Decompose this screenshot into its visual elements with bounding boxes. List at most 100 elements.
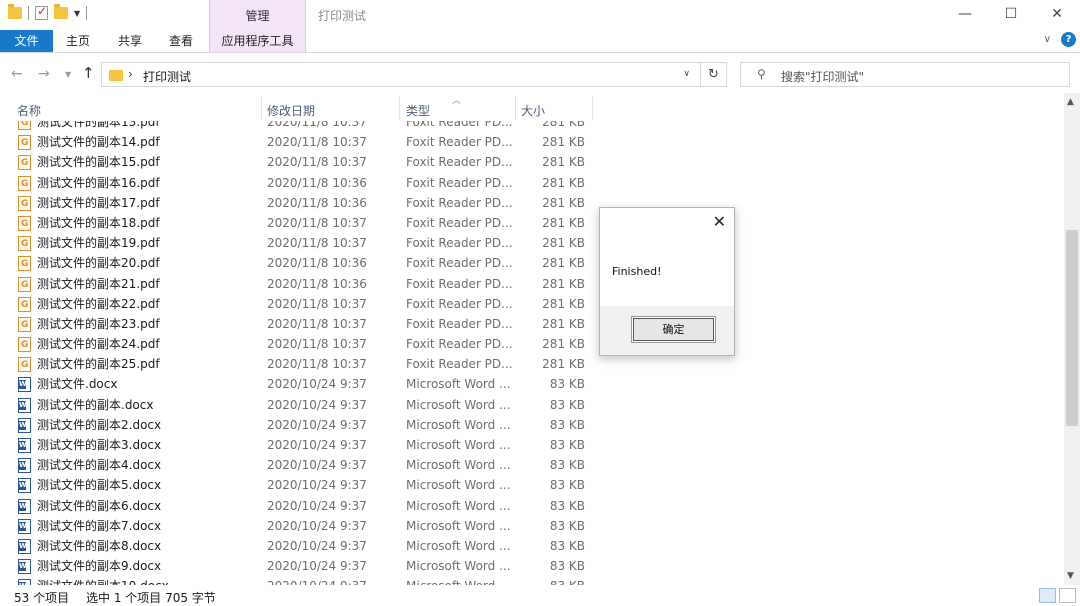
file-type: Microsoft Word ... xyxy=(406,518,511,533)
file-row[interactable]: 测试文件的副本17.pdf 2020/11/8 10:36 Foxit Reader… xyxy=(0,193,1064,214)
file-row[interactable]: 测试文件的副本9.docx 2020/10/24 9:37 Microsoft Wo… xyxy=(0,556,1064,576)
search-input[interactable]: ⚲ 搜索"打印测试" xyxy=(740,62,1070,87)
customize-toolbar-icon[interactable]: ▼ xyxy=(74,9,80,18)
file-row[interactable]: 测试文件的副本4.docx 2020/10/24 9:37 Microsoft Wo… xyxy=(0,455,1064,475)
file-name: 测试文件的副本.docx xyxy=(37,397,154,412)
recent-locations-icon[interactable]: ▼ xyxy=(65,70,71,79)
file-rows: 测试文件的副本13.pdf2020/11/8 10:37Foxit Reader… xyxy=(0,112,1064,585)
file-row[interactable]: 测试文件的副本25.pdf 2020/11/8 10:37 Foxit Reader… xyxy=(0,354,1064,375)
tab-home[interactable]: 主页 xyxy=(56,30,100,52)
file-row[interactable]: 测试文件的副本19.pdf 2020/11/8 10:37 Foxit Reader… xyxy=(0,233,1064,254)
pdf-file-icon xyxy=(18,174,31,194)
file-date: 2020/10/24 9:37 xyxy=(267,559,367,574)
file-row[interactable]: 测试文件的副本21.pdf 2020/11/8 10:36 Foxit Reader… xyxy=(0,274,1064,295)
quick-access-toolbar: ▼ xyxy=(8,4,88,20)
scroll-down-icon[interactable]: ▼ xyxy=(1067,571,1074,581)
file-name: 测试文件的副本10.docx xyxy=(37,576,169,585)
back-arrow-icon[interactable]: ← xyxy=(11,66,23,82)
tab-view[interactable]: 查看 xyxy=(159,30,203,52)
file-row[interactable]: 测试文件的副本8.docx 2020/10/24 9:37 Microsoft Wo… xyxy=(0,536,1064,556)
properties-icon[interactable] xyxy=(35,4,48,20)
file-name: 测试文件的副本8.docx xyxy=(37,538,162,553)
message-dialog: ✕ Finished! 确定 xyxy=(599,207,735,356)
column-header-size[interactable]: 大小 xyxy=(521,102,545,119)
file-size: 83 KB xyxy=(549,438,585,452)
file-size: 83 KB xyxy=(549,538,585,553)
address-bar[interactable]: › 打印测试 ∨ xyxy=(101,62,701,87)
column-divider[interactable] xyxy=(399,96,400,120)
file-row[interactable]: 测试文件的副本5.docx 2020/10/24 9:37 Microsoft Wo… xyxy=(0,475,1064,495)
file-size: 281 KB xyxy=(542,357,585,372)
ribbon-tabs: 文件 主页 共享 查看 应用程序工具 xyxy=(0,30,1080,53)
scroll-up-icon[interactable]: ▲ xyxy=(1067,97,1074,107)
new-folder-icon[interactable] xyxy=(54,4,68,19)
file-row[interactable]: 测试文件的副本10.docx 2020/10/24 9:37 Microsoft W… xyxy=(0,576,1064,585)
pdf-file-icon xyxy=(18,194,31,214)
vertical-scrollbar[interactable]: ▲ ▼ xyxy=(1064,93,1080,585)
scrollbar-thumb[interactable] xyxy=(1066,230,1078,426)
file-row[interactable]: 测试文件的副本6.docx 2020/10/24 9:37 Microsoft Wo… xyxy=(0,496,1064,516)
file-type: Foxit Reader PD... xyxy=(406,135,513,150)
file-row[interactable]: 测试文件的副本7.docx 2020/10/24 9:37 Microsoft Wo… xyxy=(0,516,1064,536)
pdf-file-icon xyxy=(18,295,31,315)
file-type: Microsoft Word ... xyxy=(406,559,511,574)
breadcrumb-chevron-icon[interactable]: › xyxy=(128,67,133,81)
column-divider[interactable] xyxy=(515,96,516,120)
breadcrumb[interactable]: 打印测试 xyxy=(143,68,191,85)
divider xyxy=(86,6,88,20)
file-row[interactable]: 测试文件的副本22.pdf 2020/11/8 10:37 Foxit Reader… xyxy=(0,294,1064,315)
ok-button[interactable]: 确定 xyxy=(631,316,716,343)
tab-application-tools[interactable]: 应用程序工具 xyxy=(209,30,306,52)
up-arrow-icon[interactable]: ↑ xyxy=(82,64,95,82)
close-button[interactable]: ✕ xyxy=(1034,0,1080,30)
file-row[interactable]: 测试文件的副本15.pdf 2020/11/8 10:37 Foxit Reader… xyxy=(0,152,1064,173)
tab-share[interactable]: 共享 xyxy=(108,30,152,52)
column-divider[interactable] xyxy=(592,96,593,120)
close-icon[interactable]: ✕ xyxy=(713,212,726,231)
details-view-icon[interactable] xyxy=(1039,588,1056,603)
file-size: 281 KB xyxy=(542,215,585,230)
file-row[interactable]: 测试文件的副本.docx 2020/10/24 9:37 Microsoft Wor… xyxy=(0,395,1064,415)
file-row[interactable]: 测试文件的副本2.docx 2020/10/24 9:37 Microsoft Wo… xyxy=(0,415,1064,435)
maximize-button[interactable]: ☐ xyxy=(988,0,1034,30)
file-row[interactable]: 测试文件的副本20.pdf 2020/11/8 10:36 Foxit Reader… xyxy=(0,253,1064,274)
expand-ribbon-icon[interactable]: ∨ xyxy=(1044,34,1051,45)
file-name: 测试文件的副本25.pdf xyxy=(37,357,160,372)
column-header-type[interactable]: 类型 xyxy=(406,102,430,119)
address-dropdown-icon[interactable]: ∨ xyxy=(683,69,690,79)
column-header-name[interactable]: 名称 xyxy=(17,102,41,119)
column-divider[interactable] xyxy=(261,96,262,120)
tab-file[interactable]: 文件 xyxy=(0,30,53,52)
file-row[interactable]: 测试文件.docx 2020/10/24 9:37 Microsoft Word .… xyxy=(0,374,1064,394)
file-row[interactable]: 测试文件的副本18.pdf 2020/11/8 10:37 Foxit Reader… xyxy=(0,213,1064,234)
file-size: 281 KB xyxy=(542,155,585,170)
file-type: Microsoft Word ... xyxy=(406,438,511,452)
file-date: 2020/11/8 10:37 xyxy=(267,236,367,251)
file-list: 测试文件的副本13.pdf2020/11/8 10:37Foxit Reader… xyxy=(0,93,1064,585)
large-icons-view-icon[interactable] xyxy=(1059,588,1076,603)
file-name: 测试文件的副本17.pdf xyxy=(37,195,160,210)
file-row[interactable]: 测试文件的副本24.pdf 2020/11/8 10:37 Foxit Reader… xyxy=(0,334,1064,355)
file-date: 2020/10/24 9:37 xyxy=(267,518,367,533)
file-row[interactable]: 测试文件的副本14.pdf 2020/11/8 10:37 Foxit Reader… xyxy=(0,132,1064,153)
column-headers: 名称 修改日期 ︿ 类型 大小 xyxy=(0,93,1064,121)
column-header-date[interactable]: 修改日期 xyxy=(267,102,315,119)
file-row[interactable]: 测试文件的副本23.pdf 2020/11/8 10:37 Foxit Reader… xyxy=(0,314,1064,335)
minimize-button[interactable]: — xyxy=(942,0,988,30)
file-row[interactable]: 测试文件的副本16.pdf 2020/11/8 10:36 Foxit Reader… xyxy=(0,173,1064,194)
file-size: 281 KB xyxy=(542,195,585,210)
pdf-file-icon xyxy=(18,153,31,173)
file-name: 测试文件的副本6.docx xyxy=(37,498,162,513)
help-icon[interactable]: ? xyxy=(1061,32,1076,47)
ribbon-right-controls: ∨ ? xyxy=(1044,32,1076,47)
refresh-button[interactable]: ↻ xyxy=(701,62,727,87)
dialog-footer: 确定 xyxy=(600,306,734,355)
file-size: 281 KB xyxy=(542,256,585,271)
file-type: Microsoft Word xyxy=(406,576,495,585)
file-size: 83 KB xyxy=(549,458,585,473)
file-row[interactable]: 测试文件的副本3.docx 2020/10/24 9:37 Microsoft Wo… xyxy=(0,435,1064,455)
file-type: Microsoft Word ... xyxy=(406,478,511,493)
forward-arrow-icon[interactable]: → xyxy=(38,66,50,82)
file-name: 测试文件的副本18.pdf xyxy=(37,215,160,230)
file-name: 测试文件的副本7.docx xyxy=(37,518,162,533)
